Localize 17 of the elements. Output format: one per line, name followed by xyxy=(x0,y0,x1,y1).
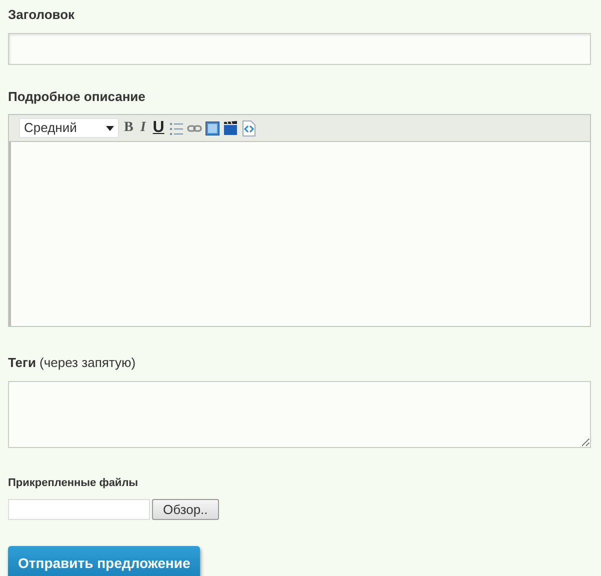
underline-button[interactable]: U xyxy=(150,120,166,136)
italic-button[interactable]: I xyxy=(138,121,148,135)
submit-button[interactable]: Отправить предложение xyxy=(8,546,200,576)
field-label: Подробное описание xyxy=(8,88,146,106)
browse-button[interactable]: Обзор.. xyxy=(152,499,219,520)
code-icon[interactable] xyxy=(241,120,256,136)
field-label: Заголовок xyxy=(8,6,75,24)
clapperboard-icon[interactable] xyxy=(223,120,238,136)
field-label: Теги (через запятую) xyxy=(8,355,136,370)
image-icon[interactable] xyxy=(205,120,220,136)
caret-icon xyxy=(106,126,114,130)
field-label: Прикрепленные файлы xyxy=(8,476,138,490)
title-input[interactable] xyxy=(8,32,591,64)
file-input[interactable] xyxy=(8,499,150,520)
tags-textarea[interactable] xyxy=(8,380,591,448)
bold-button[interactable]: B xyxy=(122,121,136,135)
font-size-dropdown[interactable]: Средний xyxy=(19,118,119,138)
